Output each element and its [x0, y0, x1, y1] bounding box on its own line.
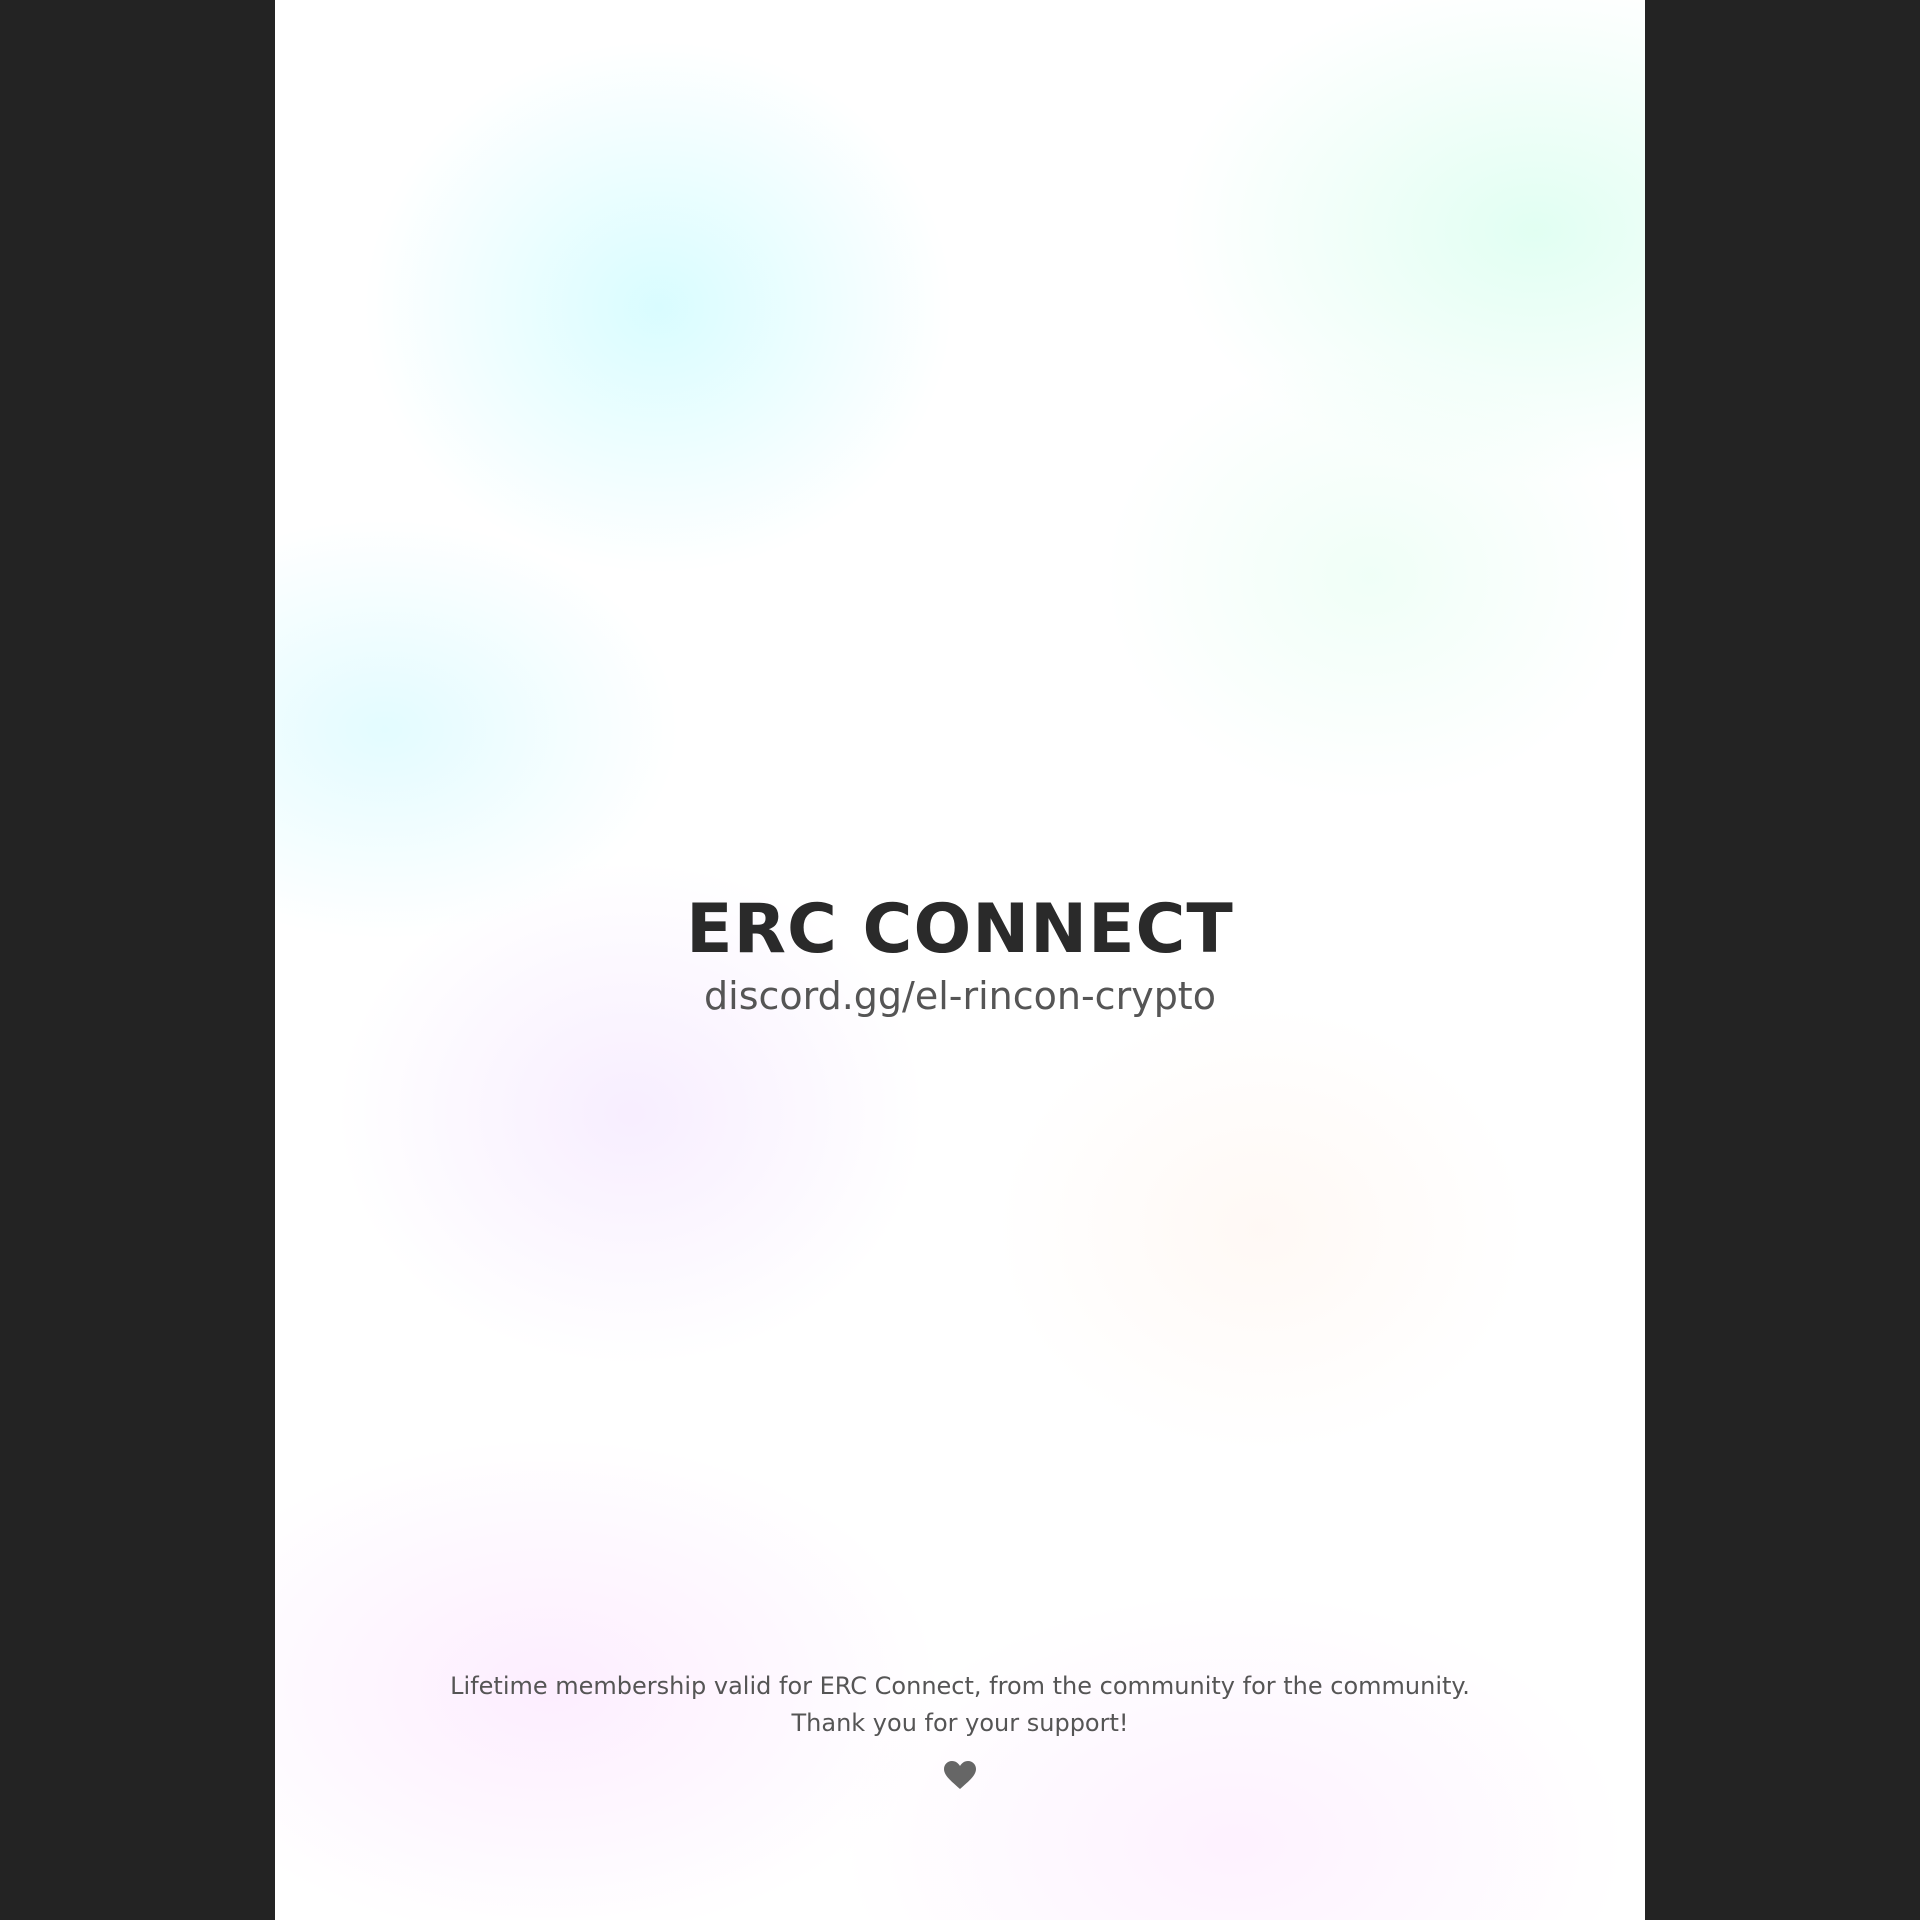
heart-icon	[944, 1761, 976, 1789]
membership-note: Lifetime membership valid for ERC Connec…	[275, 1668, 1645, 1742]
discord-invite-link: discord.gg/el-rincon-crypto	[704, 974, 1216, 1018]
card-title: ERC CONNECT	[686, 890, 1234, 969]
membership-card: ERC CONNECT discord.gg/el-rincon-crypto …	[275, 0, 1645, 1920]
membership-note-line-1: Lifetime membership valid for ERC Connec…	[450, 1672, 1470, 1700]
membership-note-line-2: Thank you for your support!	[791, 1709, 1129, 1737]
page-background: ERC CONNECT discord.gg/el-rincon-crypto …	[0, 0, 1920, 1920]
